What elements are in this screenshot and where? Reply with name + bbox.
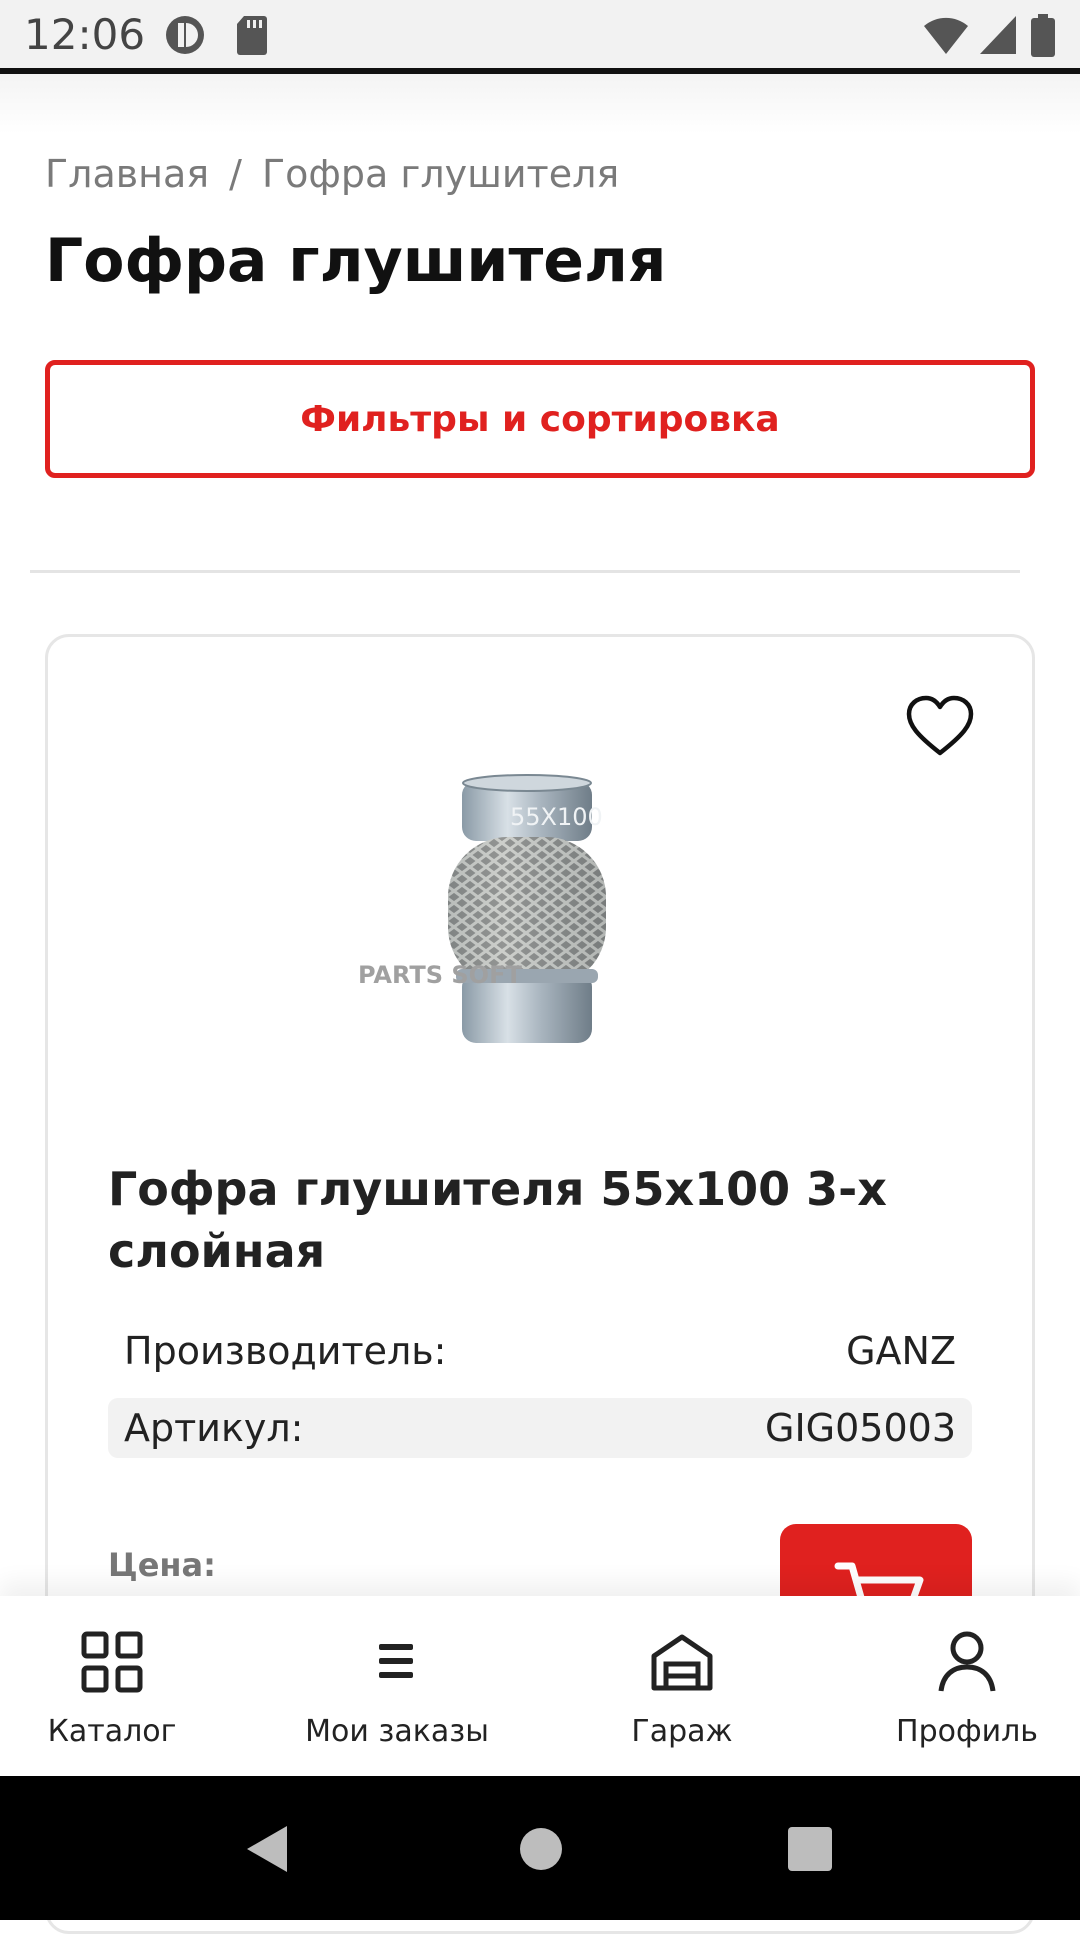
grid-icon bbox=[80, 1630, 144, 1694]
price-label: Цена: bbox=[108, 1546, 216, 1584]
user-icon bbox=[937, 1630, 997, 1694]
sd-card-icon bbox=[236, 14, 268, 61]
back-icon[interactable] bbox=[245, 1824, 289, 1879]
battery-icon bbox=[1030, 14, 1056, 63]
list-icon bbox=[377, 1630, 417, 1694]
spec-row-manufacturer: Производитель: GANZ bbox=[108, 1321, 972, 1381]
recents-icon[interactable] bbox=[786, 1824, 834, 1879]
divider bbox=[30, 570, 1020, 573]
status-bar: 12:06 bbox=[0, 0, 1080, 74]
home-icon[interactable] bbox=[519, 1824, 563, 1879]
product-title[interactable]: Гофра глушителя 55х100 3-х слойная bbox=[108, 1158, 888, 1282]
heart-icon[interactable] bbox=[905, 695, 975, 764]
nav-label: Мои заказы bbox=[305, 1714, 489, 1749]
spec-value: GIG05003 bbox=[765, 1406, 956, 1450]
nav-label: Профиль bbox=[896, 1714, 1038, 1749]
breadcrumb-separator: / bbox=[229, 152, 242, 196]
notification-app-icon bbox=[164, 14, 206, 61]
image-marking: 55X100 bbox=[510, 803, 603, 831]
page-title: Гофра глушителя bbox=[45, 226, 667, 296]
filters-sort-button[interactable]: Фильтры и сортировка bbox=[45, 360, 1035, 478]
nav-item-profile[interactable]: Профиль bbox=[832, 1596, 1080, 1776]
product-image[interactable]: 55X100 PARTS SOFT bbox=[350, 765, 690, 1070]
wifi-icon bbox=[922, 14, 970, 61]
header-shade bbox=[0, 74, 1080, 134]
system-nav-bar bbox=[0, 1776, 1080, 1920]
nav-item-orders[interactable]: Мои заказы bbox=[262, 1596, 532, 1776]
garage-icon bbox=[649, 1630, 715, 1694]
spec-label: Артикул: bbox=[124, 1406, 304, 1450]
spec-value: GANZ bbox=[846, 1329, 956, 1373]
cell-signal-icon bbox=[978, 14, 1018, 61]
nav-item-catalog[interactable]: Каталог bbox=[0, 1596, 247, 1776]
nav-label: Каталог bbox=[47, 1714, 177, 1749]
breadcrumb-current: Гофра глушителя bbox=[261, 152, 620, 196]
image-watermark: PARTS SOFT bbox=[358, 961, 522, 989]
nav-label: Гараж bbox=[631, 1714, 733, 1749]
breadcrumb: Главная / Гофра глушителя bbox=[45, 152, 619, 196]
spec-row-article: Артикул: GIG05003 bbox=[108, 1398, 972, 1458]
status-time: 12:06 bbox=[24, 10, 146, 59]
nav-item-garage[interactable]: Гараж bbox=[547, 1596, 817, 1776]
bottom-nav: Каталог Мои заказы Гараж Профиль bbox=[0, 1596, 1080, 1776]
spec-label: Производитель: bbox=[124, 1329, 447, 1373]
breadcrumb-home-link[interactable]: Главная bbox=[45, 152, 209, 196]
